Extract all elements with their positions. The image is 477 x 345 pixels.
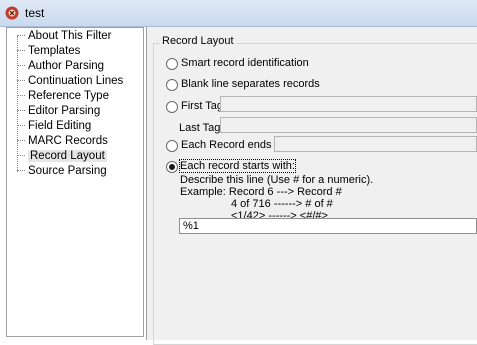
sidebar-item-field-editing[interactable]: Field Editing [17, 119, 91, 134]
blank-line-label[interactable]: Blank line separates records [181, 78, 320, 90]
group-title: Record Layout [160, 35, 236, 47]
smart-identification-label[interactable]: Smart record identification [181, 57, 309, 69]
help-line-1: Describe this line (Use # for a numeric)… [180, 174, 374, 186]
sidebar-tree[interactable]: About This Filter Templates Author Parsi… [6, 27, 144, 337]
starts-with-radio[interactable] [166, 161, 178, 173]
first-tag-radio[interactable] [166, 101, 178, 113]
first-tag-input[interactable] [220, 96, 477, 112]
help-line-3: 4 of 716 ------> # of # [231, 198, 333, 210]
help-line-2: Example: Record 6 ---> Record # [180, 186, 342, 198]
sidebar-item-templates[interactable]: Templates [17, 44, 80, 59]
sidebar-item-about-this-filter[interactable]: About This Filter [17, 29, 112, 44]
title-bar: test [0, 0, 477, 27]
sidebar-item-editor-parsing[interactable]: Editor Parsing [17, 104, 100, 119]
ends-with-input[interactable] [274, 136, 477, 152]
blank-line-radio[interactable] [166, 79, 178, 91]
sidebar-item-marc-records[interactable]: MARC Records [17, 134, 108, 149]
sidebar-item-reference-type[interactable]: Reference Type [17, 89, 109, 104]
smart-identification-radio[interactable] [166, 58, 178, 70]
sidebar-item-source-parsing[interactable]: Source Parsing [17, 164, 107, 179]
sidebar-item-record-layout[interactable]: Record Layout [17, 149, 107, 164]
sidebar-item-continuation-lines[interactable]: Continuation Lines [17, 74, 123, 89]
last-tag-label: Last Tag: [179, 122, 224, 134]
starts-with-input[interactable]: %1 [179, 218, 477, 234]
app-logo-icon [5, 6, 19, 20]
starts-with-label[interactable]: Each record starts with: [179, 159, 296, 173]
ends-with-radio[interactable] [166, 140, 178, 152]
last-tag-input[interactable] [220, 117, 477, 133]
sidebar-item-author-parsing[interactable]: Author Parsing [17, 59, 104, 74]
window-title: test [25, 6, 45, 20]
